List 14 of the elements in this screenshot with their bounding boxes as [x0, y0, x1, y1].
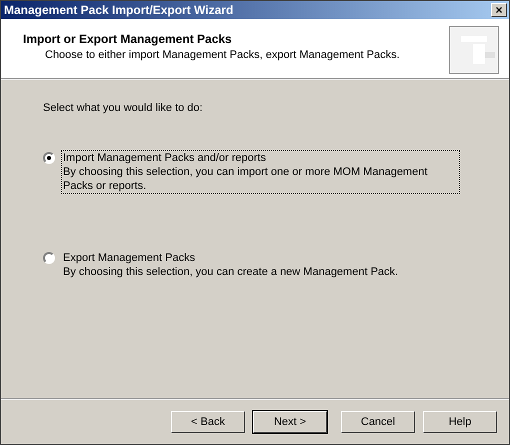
option-label[interactable]: Export Management Packs By choosing this selection, you can create a new Management Pack. — [61, 250, 460, 280]
wizard-button[interactable]: < Back — [171, 411, 245, 433]
radio-button[interactable] — [43, 152, 55, 164]
close-button[interactable]: × — [491, 3, 507, 17]
wizard-button[interactable]: Help — [423, 411, 497, 433]
window-title: Management Pack Import/Export Wizard — [4, 3, 234, 17]
header-subtitle: Choose to either import Management Packs, export Management Packs. — [44, 49, 400, 61]
grid-icon — [449, 26, 499, 74]
header-title: Import or Export Management Packs — [23, 32, 233, 46]
prompt-text: Select what you would like to do: — [43, 102, 204, 114]
wizard-button[interactable]: Cancel — [341, 411, 415, 433]
wizard-button[interactable]: Next > — [253, 411, 327, 433]
option-label[interactable]: Import Management Packs and/or reports By choosing this selection, you can import one or more MOM Management Packs or reports. — [61, 150, 460, 194]
radio-button[interactable] — [43, 252, 55, 264]
